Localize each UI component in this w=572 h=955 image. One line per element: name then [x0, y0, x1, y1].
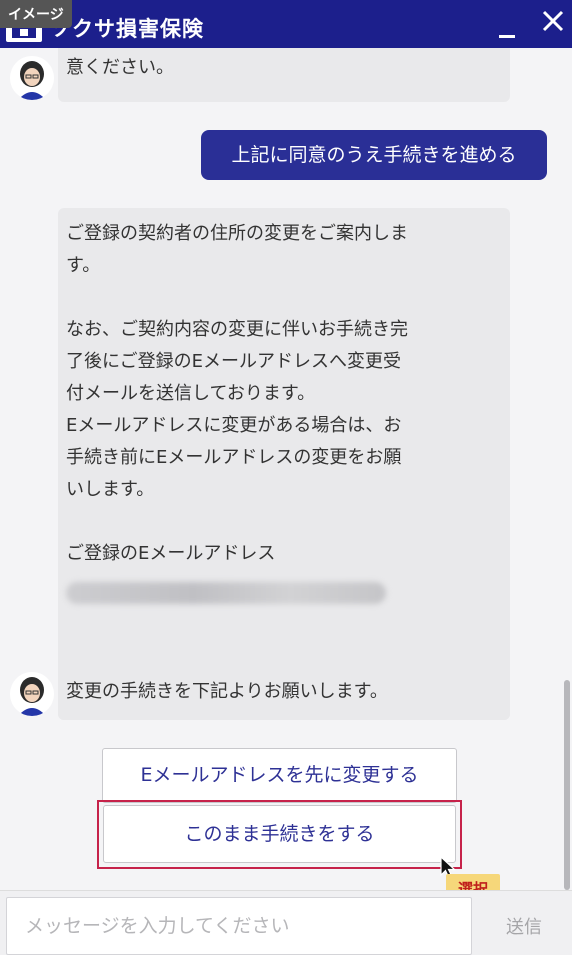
message-line: 付メールを送信しております。: [66, 383, 316, 404]
send-button[interactable]: 送信: [480, 907, 568, 949]
change-email-first-button[interactable]: Eメールアドレスを先に変更する: [102, 748, 457, 803]
message-line: す。: [66, 255, 101, 276]
operator-avatar-icon: [10, 672, 54, 716]
message-line: 手続き前にEメールアドレスの変更をお願: [66, 447, 402, 468]
message-input[interactable]: [6, 897, 472, 955]
chat-header: ソクサ損害保険: [0, 0, 572, 48]
user-message: 上記に同意のうえ手続きを進める: [201, 130, 547, 180]
blurred-email-address: [66, 582, 386, 604]
bot-message: 変更の手続きを下記よりお願いします。: [58, 666, 510, 720]
message-line: 了後にご登録のEメールアドレスへ変更受: [66, 351, 402, 372]
operator-avatar-icon: [10, 56, 54, 100]
message-line: なお、ご契約内容の変更に伴いお手続き完: [66, 319, 408, 340]
message-line: 意ください。: [66, 57, 174, 78]
chat-scrollbar[interactable]: [564, 680, 570, 890]
header-title: ソクサ損害保険: [50, 17, 204, 41]
message-line: [66, 506, 502, 538]
message-line: Eメールアドレスに変更がある場合は、お: [66, 415, 402, 436]
minimize-icon[interactable]: [496, 18, 518, 40]
message-line: ご登録の契約者の住所の変更をご案内しま: [66, 223, 408, 244]
message-line: 変更の手続きを下記よりお願いします。: [66, 681, 388, 702]
bot-message: 意ください。: [58, 48, 510, 102]
message-line: ご登録のEメールアドレス: [66, 543, 276, 564]
close-icon[interactable]: [538, 6, 568, 36]
message-line: [66, 282, 502, 314]
message-input-bar: 送信: [0, 890, 572, 955]
proceed-as-is-button[interactable]: このまま手続きをする: [103, 805, 456, 863]
bot-message: ご登録の契約者の住所の変更をご案内しま す。 なお、ご契約内容の変更に伴いお手続…: [58, 208, 510, 720]
message-line: いします。: [66, 479, 155, 500]
image-badge: イメージ: [0, 0, 72, 28]
